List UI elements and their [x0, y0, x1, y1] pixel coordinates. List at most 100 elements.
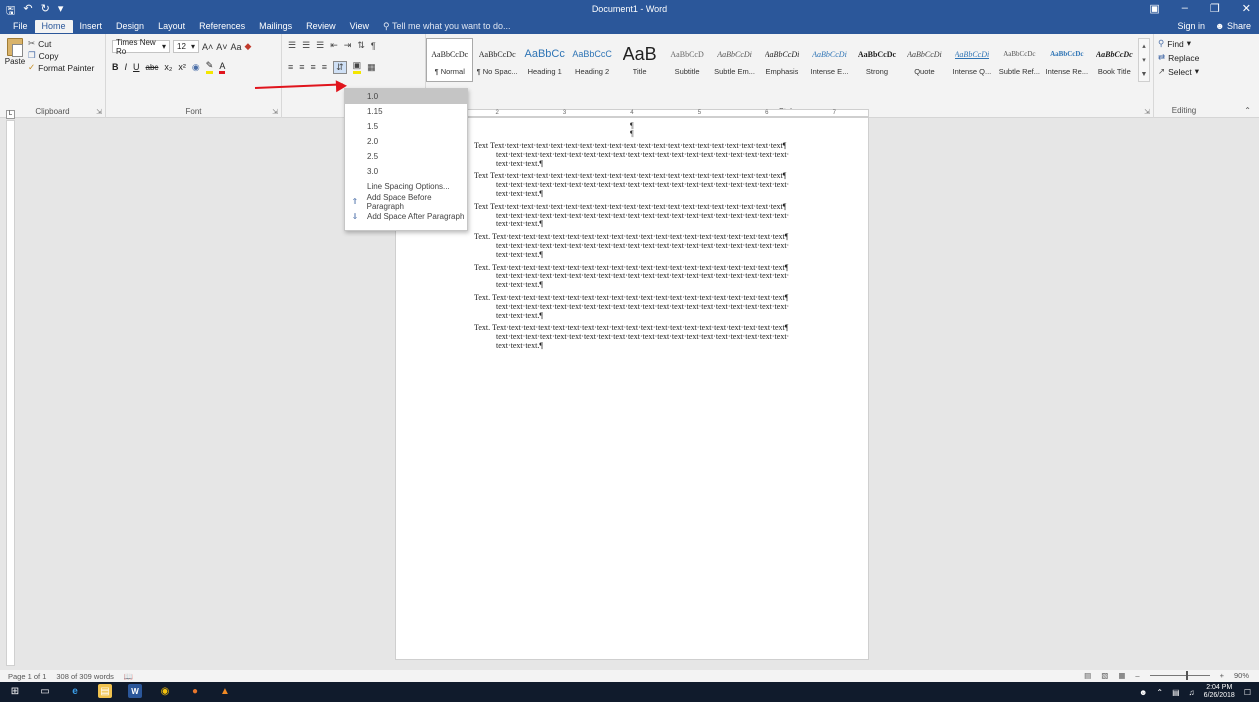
underline-button[interactable]: U [133, 62, 140, 72]
multilevel-list-icon[interactable]: ☰ [316, 40, 324, 51]
style-strong[interactable]: AaBbCcDc Strong [853, 38, 900, 82]
select-button[interactable]: ↗ Select ▾ [1158, 66, 1199, 77]
format-painter-button[interactable]: ✓ Format Painter [28, 62, 94, 73]
decrease-indent-icon[interactable]: ⇤ [330, 40, 338, 51]
style-subtle-emphasis[interactable]: AaBbCcDi Subtle Em... [711, 38, 758, 82]
zoom-in-icon[interactable]: + [1220, 671, 1224, 680]
strikethrough-button[interactable]: abc [146, 63, 159, 72]
edge-browser-icon[interactable]: e [68, 684, 82, 698]
notification-center-icon[interactable]: ☐ [1244, 688, 1251, 697]
subscript-button[interactable]: x₂ [164, 62, 172, 72]
task-view-icon[interactable]: ▭ [38, 684, 52, 698]
line-spacing-option-1-0[interactable]: 1.0 [345, 89, 467, 104]
superscript-button[interactable]: x² [178, 62, 186, 72]
ribbon-display-icon[interactable]: ▣ [1149, 2, 1159, 15]
zoom-slider-thumb[interactable] [1185, 671, 1188, 680]
align-right-icon[interactable]: ≡ [311, 62, 316, 72]
align-center-icon[interactable]: ≡ [299, 62, 304, 72]
read-mode-icon[interactable]: ▤ [1084, 671, 1091, 680]
show-hidden-icons[interactable]: ⌃ [1156, 688, 1163, 697]
file-explorer-icon[interactable]: ▤ [98, 684, 112, 698]
line-spacing-option-2-0[interactable]: 2.0 [345, 134, 467, 149]
close-icon[interactable]: ✕ [1242, 2, 1251, 15]
sort-icon[interactable]: ⇅ [357, 40, 365, 51]
style-subtitle[interactable]: AaBbCcD Subtitle [663, 38, 710, 82]
sign-in-link[interactable]: Sign in [1177, 21, 1205, 31]
line-spacing-button[interactable]: ⇵ [333, 60, 347, 74]
paste-button[interactable]: Paste [4, 38, 26, 78]
volume-icon[interactable]: ♫ [1189, 688, 1195, 697]
line-spacing-option-3-0[interactable]: 3.0 [345, 164, 467, 179]
style-emphasis[interactable]: AaBbCcDi Emphasis [758, 38, 805, 82]
vertical-ruler[interactable] [6, 120, 15, 666]
firefox-browser-icon[interactable]: ● [188, 684, 202, 698]
show-hide-marks-icon[interactable]: ¶ [371, 41, 376, 51]
tab-design[interactable]: Design [109, 20, 151, 33]
style-heading-2[interactable]: AaBbCcC Heading 2 [568, 38, 615, 82]
style-intense-quote[interactable]: AaBbCcDi Intense Q... [948, 38, 995, 82]
copy-button[interactable]: ❐ Copy [28, 50, 58, 61]
increase-indent-icon[interactable]: ⇥ [344, 40, 352, 51]
minimize-icon[interactable]: – [1182, 2, 1188, 15]
style-normal[interactable]: AaBbCcDc ¶ Normal [426, 38, 474, 82]
font-color-icon[interactable]: A [219, 61, 226, 74]
replace-button[interactable]: ⇄ Replace [1158, 52, 1199, 63]
line-spacing-option-1-5[interactable]: 1.5 [345, 119, 467, 134]
document-paragraph[interactable]: Text Text·text·text·text·text·text·text·… [436, 172, 816, 198]
font-family-select[interactable]: Times New Ro ▾ [112, 38, 170, 56]
justify-icon[interactable]: ≡ [322, 62, 327, 72]
shrink-font-button[interactable]: A˅ [216, 42, 227, 52]
borders-icon[interactable]: ▦ [367, 62, 376, 73]
clear-formatting-icon[interactable]: ◆ [245, 41, 252, 52]
highlight-icon[interactable]: ✎ [205, 60, 214, 74]
line-spacing-option-1-15[interactable]: 1.15 [345, 104, 467, 119]
scroll-down-icon[interactable]: ▾ [1142, 56, 1146, 64]
tell-me-search[interactable]: ⚲ Tell me what you want to do... [376, 20, 518, 33]
network-icon[interactable]: ▤ [1172, 688, 1180, 697]
line-spacing-option-2-5[interactable]: 2.5 [345, 149, 467, 164]
tab-selector[interactable]: L [6, 110, 15, 119]
styles-gallery-scroll[interactable]: ▴ ▾ ▼ [1138, 38, 1150, 82]
font-size-select[interactable]: 12 ▾ [173, 40, 199, 53]
document-paragraph[interactable]: Text. Text·text·text·text·text·text·text… [436, 264, 816, 290]
style-no-spacing[interactable]: AaBbCcDc ¶ No Spac... [473, 38, 520, 82]
document-paragraph[interactable]: Text. Text·text·text·text·text·text·text… [436, 233, 816, 259]
tab-references[interactable]: References [192, 20, 252, 33]
collapse-ribbon-icon[interactable]: ⌃ [1244, 106, 1251, 115]
italic-button[interactable]: I [125, 62, 128, 72]
zoom-level[interactable]: 90% [1234, 671, 1249, 680]
tab-insert[interactable]: Insert [73, 20, 110, 33]
style-heading-1[interactable]: AaBbCc Heading 1 [521, 38, 568, 82]
numbering-icon[interactable]: ☰ [302, 40, 310, 51]
change-case-button[interactable]: Aa [231, 42, 242, 52]
shading-icon[interactable]: ▣ [352, 60, 362, 74]
print-layout-icon[interactable]: ▧ [1101, 671, 1108, 680]
scroll-up-icon[interactable]: ▴ [1142, 42, 1146, 50]
web-layout-icon[interactable]: ▦ [1118, 671, 1125, 680]
page-count[interactable]: Page 1 of 1 [8, 672, 46, 681]
document-paragraph[interactable]: Text Text·text·text·text·text·text·text·… [436, 142, 816, 168]
word-app-icon[interactable]: W [128, 684, 142, 698]
bullets-icon[interactable]: ☰ [288, 40, 296, 51]
style-quote[interactable]: AaBbCcDi Quote [901, 38, 948, 82]
style-subtle-reference[interactable]: AaBbCcDc Subtle Ref... [996, 38, 1043, 82]
document-paragraph[interactable]: Text. Text·text·text·text·text·text·text… [436, 324, 816, 350]
restore-icon[interactable]: ❐ [1210, 2, 1220, 15]
tab-home[interactable]: Home [34, 20, 73, 33]
chrome-browser-icon[interactable]: ◉ [158, 684, 172, 698]
cut-button[interactable]: ✂ Cut [28, 38, 51, 49]
document-body[interactable]: Text Text·text·text·text·text·text·text·… [436, 142, 816, 355]
grow-font-button[interactable]: A˄ [202, 42, 213, 52]
windows-start-icon[interactable]: ⊞ [8, 684, 22, 698]
tab-layout[interactable]: Layout [151, 20, 192, 33]
dialog-launcher-icon[interactable]: ⇲ [272, 108, 278, 116]
zoom-slider[interactable] [1149, 671, 1210, 680]
more-styles-icon[interactable]: ▼ [1141, 71, 1148, 78]
add-space-after-item[interactable]: ⇓ Add Space After Paragraph [345, 209, 467, 224]
document-paragraph[interactable]: Text. Text·text·text·text·text·text·text… [436, 294, 816, 320]
share-button[interactable]: ☻ Share [1215, 21, 1251, 31]
word-count[interactable]: 308 of 309 words [56, 672, 114, 681]
bold-button[interactable]: B [112, 62, 119, 72]
style-intense-emphasis[interactable]: AaBbCcDi Intense E... [806, 38, 853, 82]
text-effects-icon[interactable]: ◉ [192, 62, 200, 73]
